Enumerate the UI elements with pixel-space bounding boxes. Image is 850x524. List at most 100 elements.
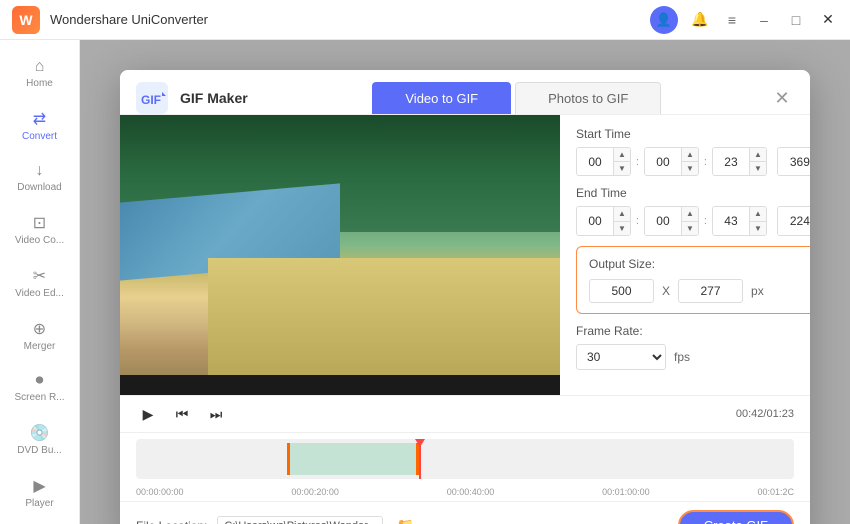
profile-icon[interactable]: 👤 [650, 6, 678, 34]
end-hours-up[interactable]: ▲ [614, 207, 630, 220]
timeline-playhead[interactable] [419, 439, 421, 479]
output-size-inputs: X px [589, 279, 810, 303]
modal-header: GIF GIF Maker Video to GIF Photos to GIF… [120, 70, 810, 115]
end-ms-input[interactable] [778, 207, 810, 234]
sidebar-item-dvd-label: DVD Bu... [17, 445, 61, 456]
end-minutes-up[interactable]: ▲ [682, 207, 698, 220]
app-window: W Wondershare UniConverter 👤 🔔 ≡ – □ ✕ ⌂… [0, 0, 850, 524]
start-hours-arrows: ▲ ▼ [613, 148, 630, 175]
beach-scene [120, 115, 560, 375]
sidebar-item-download-label: Download [17, 182, 61, 193]
video-controls: ▶ ⏮ ⏭ 00:42/01:23 [120, 395, 810, 432]
size-x-separator: X [662, 284, 670, 298]
start-minutes-up[interactable]: ▲ [682, 148, 698, 161]
timeline-bar[interactable] [136, 439, 794, 479]
start-ms-input[interactable] [778, 148, 810, 175]
end-seconds-down[interactable]: ▼ [750, 221, 766, 235]
video-time: 00:42/01:23 [736, 408, 794, 420]
end-minutes-down[interactable]: ▼ [682, 221, 698, 235]
skip-back-button[interactable]: ⏮ [170, 402, 194, 426]
start-seconds-input[interactable] [713, 148, 749, 175]
play-button[interactable]: ▶ [136, 402, 160, 426]
compress-icon: ⊡ [33, 213, 46, 233]
tab-photos-to-gif[interactable]: Photos to GIF [515, 82, 661, 114]
end-minutes-arrows: ▲ ▼ [681, 207, 698, 234]
content-area: GIF GIF Maker Video to GIF Photos to GIF… [80, 40, 850, 524]
app-logo: W [12, 6, 40, 34]
end-seconds-up[interactable]: ▲ [750, 207, 766, 220]
end-seconds-arrows: ▲ ▼ [749, 207, 766, 234]
skip-forward-button[interactable]: ⏭ [204, 402, 228, 426]
fps-label: fps [674, 350, 690, 364]
end-time-row: End Time ▲ ▼ : [576, 186, 810, 235]
start-minutes-input[interactable] [645, 148, 681, 175]
end-hours-arrows: ▲ ▼ [613, 207, 630, 234]
start-seconds-up[interactable]: ▲ [750, 148, 766, 161]
end-hours-down[interactable]: ▼ [614, 221, 630, 235]
sidebar-item-compress-label: Video Co... [15, 235, 64, 246]
modal-body: Start Time ▲ ▼ : [120, 115, 810, 395]
main-content: ⌂ Home ⇄ Convert ↓ Download ⊡ Video Co..… [0, 40, 850, 524]
home-icon: ⌂ [35, 58, 45, 76]
start-time-inputs: ▲ ▼ : ▲ ▼ [576, 147, 810, 176]
start-hours-input[interactable] [577, 148, 613, 175]
download-icon: ↓ [36, 162, 44, 180]
size-unit-label: px [751, 284, 764, 298]
sidebar-item-home[interactable]: ⌂ Home [0, 50, 79, 97]
sidebar-item-download[interactable]: ↓ Download [0, 154, 79, 201]
sidebar-item-home-label: Home [26, 78, 53, 89]
start-seconds-arrows: ▲ ▼ [749, 148, 766, 175]
start-hours-up[interactable]: ▲ [614, 148, 630, 161]
menu-icon[interactable]: ≡ [722, 10, 742, 30]
frame-rate-label: Frame Rate: [576, 324, 810, 338]
sidebar-item-video-compress[interactable]: ⊡ Video Co... [0, 205, 79, 254]
sidebar-item-player[interactable]: ▶ Player [0, 468, 79, 517]
sidebar-item-screen-record[interactable]: ⏺ Screen R... [0, 364, 79, 411]
app-title: Wondershare UniConverter [50, 12, 650, 27]
timeline-selection[interactable] [287, 443, 419, 475]
end-time-minutes: ▲ ▼ [644, 206, 699, 235]
maximize-button[interactable]: □ [786, 10, 806, 30]
title-bar-controls: 👤 🔔 ≡ – □ ✕ [650, 6, 838, 34]
output-width-input[interactable] [589, 279, 654, 303]
start-hours-down[interactable]: ▼ [614, 161, 630, 175]
end-time-seconds: ▲ ▼ [712, 206, 767, 235]
merger-icon: ⊕ [33, 319, 46, 339]
timestamp-3: 00:01:00:00 [602, 487, 650, 497]
timestamp-2: 00:00:40:00 [447, 487, 495, 497]
modal-close-button[interactable]: ✕ [770, 86, 794, 110]
title-bar: W Wondershare UniConverter 👤 🔔 ≡ – □ ✕ [0, 0, 850, 40]
sidebar-item-convert-label: Convert [22, 131, 57, 142]
sidebar-item-convert[interactable]: ⇄ Convert [0, 101, 79, 150]
output-height-input[interactable] [678, 279, 743, 303]
start-minutes-down[interactable]: ▼ [682, 161, 698, 175]
end-time-label: End Time [576, 186, 810, 200]
start-seconds-down[interactable]: ▼ [750, 161, 766, 175]
create-gif-button[interactable]: Create GIF [678, 510, 794, 524]
timestamp-4: 00:01:2C [757, 487, 794, 497]
end-seconds-input[interactable] [713, 207, 749, 234]
notification-icon[interactable]: 🔔 [690, 10, 710, 30]
close-button[interactable]: ✕ [818, 10, 838, 30]
start-minutes-arrows: ▲ ▼ [681, 148, 698, 175]
sidebar-item-video-edit[interactable]: ✂ Video Ed... [0, 258, 79, 307]
sidebar-item-record-label: Screen R... [14, 392, 64, 403]
frame-rate-select[interactable]: 15 24 30 60 [576, 344, 666, 370]
file-location-label: File Location: [136, 519, 207, 524]
end-hours-input[interactable] [577, 207, 613, 234]
sidebar-item-player-label: Player [25, 498, 53, 509]
start-time-minutes: ▲ ▼ [644, 147, 699, 176]
sidebar-item-edit-label: Video Ed... [15, 288, 64, 299]
end-minutes-input[interactable] [645, 207, 681, 234]
start-time-label: Start Time [576, 127, 810, 141]
browse-folder-button[interactable]: 📁 [393, 514, 417, 524]
sidebar-item-dvd[interactable]: 💿 DVD Bu... [0, 415, 79, 464]
end-time-ms: ▲ ▼ [777, 206, 810, 235]
tab-video-to-gif[interactable]: Video to GIF [372, 82, 511, 114]
video-preview [120, 115, 560, 395]
gif-maker-modal: GIF GIF Maker Video to GIF Photos to GIF… [120, 70, 810, 524]
file-location-path[interactable]: C:\Users\ws\Pictures\Wonder... [217, 516, 383, 524]
minimize-button[interactable]: – [754, 10, 774, 30]
sidebar-item-merger[interactable]: ⊕ Merger [0, 311, 79, 360]
timeline-area: 00:00:00:00 00:00:20:00 00:00:40:00 00:0… [120, 432, 810, 501]
